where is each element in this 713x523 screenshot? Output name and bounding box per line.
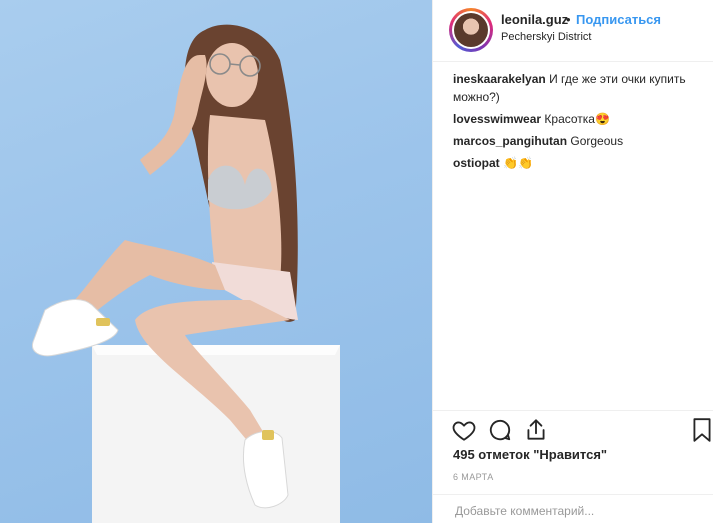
location-link[interactable]: Pecherskyi District xyxy=(501,31,591,43)
share-icon[interactable] xyxy=(523,417,549,443)
comment-input[interactable] xyxy=(453,503,697,519)
comment-author[interactable]: ostiopat xyxy=(453,156,500,170)
comment-text: Gorgeous xyxy=(570,134,624,148)
username-link[interactable]: leonila.guz xyxy=(501,12,568,27)
comment-item: marcos_pangihutan Gorgeous xyxy=(453,132,703,150)
bookmark-icon[interactable] xyxy=(691,417,713,443)
separator-dot: • xyxy=(566,12,571,27)
avatar[interactable] xyxy=(449,8,493,52)
comment-icon[interactable] xyxy=(487,417,513,443)
add-comment-bar xyxy=(433,494,713,523)
photo-illustration xyxy=(31,24,340,523)
comments-list: ineskaarakelyan И где же эти очки купить… xyxy=(453,70,703,176)
comment-author[interactable]: marcos_pangihutan xyxy=(453,134,567,148)
comment-author[interactable]: lovesswimwear xyxy=(453,112,541,126)
comment-text: Красотка😍 xyxy=(544,112,610,126)
likes-count[interactable]: 495 отметок "Нравится" xyxy=(453,447,607,462)
post-header: leonila.guz • Подписаться Pecherskyi Dis… xyxy=(433,0,713,62)
action-bar xyxy=(433,410,713,447)
comment-item: lovesswimwear Красотка😍 xyxy=(453,110,703,128)
comment-author[interactable]: ineskaarakelyan xyxy=(453,72,546,86)
comment-text: 👏👏 xyxy=(503,156,533,170)
follow-button[interactable]: Подписаться xyxy=(576,12,661,27)
post-photo[interactable] xyxy=(0,0,432,523)
comment-item: ineskaarakelyan И где же эти очки купить… xyxy=(453,70,703,106)
post-sidebar: leonila.guz • Подписаться Pecherskyi Dis… xyxy=(432,0,713,523)
comment-item: ostiopat 👏👏 xyxy=(453,154,703,172)
face-shape xyxy=(206,43,258,107)
post-date: 6 МАРТА xyxy=(453,472,494,482)
heart-icon[interactable] xyxy=(451,417,477,443)
